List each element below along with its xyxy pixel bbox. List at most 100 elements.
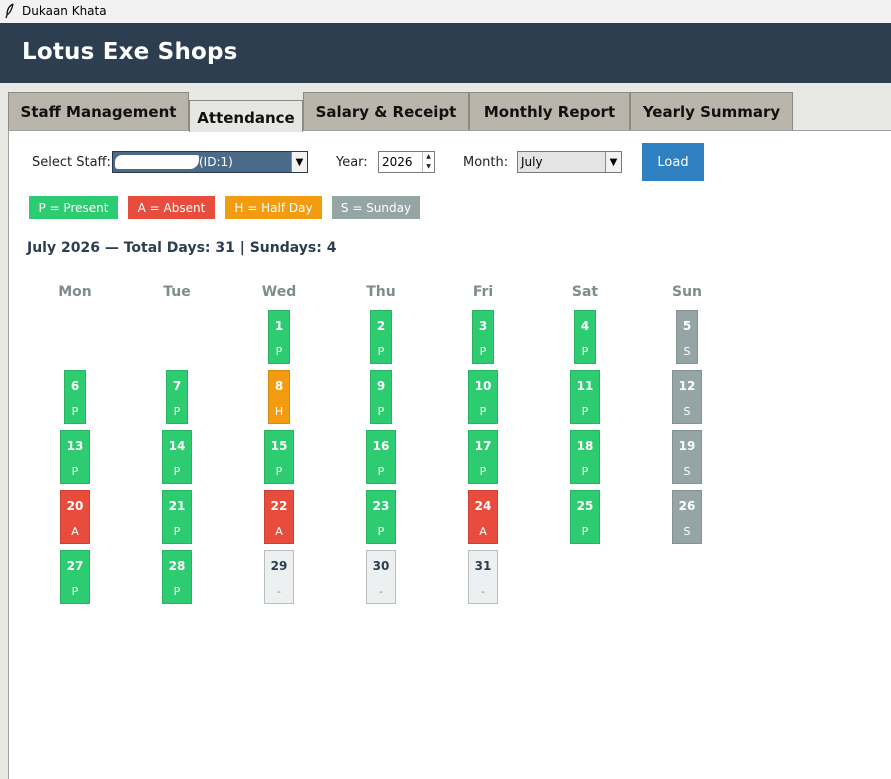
weekday-mon: Mon <box>58 284 92 300</box>
calendar-day[interactable]: 1P <box>268 310 290 364</box>
day-status: P <box>479 345 487 358</box>
calendar-day[interactable]: 22 A <box>264 490 294 544</box>
calendar-day[interactable]: 19 S <box>672 430 702 484</box>
calendar-day[interactable]: 8H <box>268 370 290 424</box>
calendar-day[interactable]: 23 P <box>366 490 396 544</box>
day-status: S <box>683 525 691 538</box>
day-number: 7 <box>172 379 182 393</box>
weekday-thu: Thu <box>366 284 396 300</box>
day-number: 24 <box>474 499 492 513</box>
calendar-day[interactable]: 11 P <box>570 370 600 424</box>
calendar-day[interactable]: 27 P <box>60 550 90 604</box>
calendar-day[interactable]: 3P <box>472 310 494 364</box>
day-number: 6 <box>70 379 80 393</box>
calendar-day[interactable]: 24 A <box>468 490 498 544</box>
day-status: A <box>71 525 79 538</box>
calendar-day[interactable]: 17 P <box>468 430 498 484</box>
calendar-day[interactable]: 5S <box>676 310 698 364</box>
tab-monthly-report[interactable]: Monthly Report <box>469 92 630 131</box>
day-number: 27 <box>66 559 84 573</box>
calendar-day[interactable]: 4P <box>574 310 596 364</box>
legend-present: P = Present <box>29 196 118 219</box>
tab-staff-management[interactable]: Staff Management <box>8 92 189 131</box>
calendar-day[interactable]: 12 S <box>672 370 702 424</box>
day-number: 2 <box>376 319 386 333</box>
day-status: P <box>173 585 181 598</box>
calendar-day[interactable]: 9P <box>370 370 392 424</box>
day-number: 9 <box>376 379 386 393</box>
day-status: P <box>377 345 385 358</box>
calendar-day[interactable]: 16 P <box>366 430 396 484</box>
day-status: - <box>481 585 485 598</box>
day-number: 31 <box>474 559 492 573</box>
day-status: S <box>683 405 691 418</box>
day-status: P <box>479 405 487 418</box>
calendar-day[interactable]: 15 P <box>264 430 294 484</box>
calendar-day[interactable]: 18 P <box>570 430 600 484</box>
day-status: P <box>173 525 181 538</box>
day-number: 22 <box>270 499 288 513</box>
attendance-panel <box>8 130 891 779</box>
tab-attendance[interactable]: Attendance <box>189 100 303 132</box>
day-number: 11 <box>576 379 594 393</box>
tab-salary-receipt[interactable]: Salary & Receipt <box>303 92 469 131</box>
calendar-day[interactable]: 2P <box>370 310 392 364</box>
calendar-day[interactable]: 20 A <box>60 490 90 544</box>
weekday-sat: Sat <box>571 284 599 300</box>
day-status: P <box>275 345 283 358</box>
staff-select[interactable]: (ID:1) ▼ <box>112 151 308 173</box>
calendar-day[interactable]: 6P <box>64 370 86 424</box>
spinner-arrows-icon[interactable]: ▲ ▼ <box>422 152 434 172</box>
day-number: 26 <box>678 499 696 513</box>
calendar-day[interactable]: 25 P <box>570 490 600 544</box>
chevron-down-icon[interactable]: ▼ <box>291 152 307 172</box>
day-status: P <box>581 345 589 358</box>
year-spinbox[interactable]: 2026 ▲ ▼ <box>378 151 435 173</box>
shop-name: Lotus Exe Shops <box>22 39 238 65</box>
tab-yearly-summary[interactable]: Yearly Summary <box>630 92 793 131</box>
staff-value: (ID:1) <box>199 155 233 169</box>
day-status: S <box>683 345 691 358</box>
day-status: - <box>277 585 281 598</box>
day-number: 28 <box>168 559 186 573</box>
calendar-day[interactable]: 26 S <box>672 490 702 544</box>
day-status: P <box>173 405 181 418</box>
day-status: P <box>377 465 385 478</box>
calendar-day[interactable]: 29 - <box>264 550 294 604</box>
day-number: 1 <box>274 319 284 333</box>
day-number: 14 <box>168 439 186 453</box>
calendar-day[interactable]: 31 - <box>468 550 498 604</box>
day-number: 17 <box>474 439 492 453</box>
day-status: H <box>274 405 284 418</box>
day-number: 29 <box>270 559 288 573</box>
calendar-day[interactable]: 21 P <box>162 490 192 544</box>
load-button[interactable]: Load <box>642 143 704 181</box>
calendar-day[interactable]: 28 P <box>162 550 192 604</box>
day-status: P <box>71 465 79 478</box>
calendar-day[interactable]: 10 P <box>468 370 498 424</box>
window-titlebar: Dukaan Khata <box>0 0 891 23</box>
month-value: July <box>521 155 543 169</box>
day-status: P <box>581 405 589 418</box>
day-number: 3 <box>478 319 488 333</box>
day-status: P <box>173 465 181 478</box>
day-number: 8 <box>274 379 284 393</box>
legend-half-day: H = Half Day <box>225 196 322 219</box>
day-number: 23 <box>372 499 390 513</box>
chevron-down-icon[interactable]: ▼ <box>605 152 621 172</box>
calendar-day[interactable]: 13 P <box>60 430 90 484</box>
day-status: S <box>683 465 691 478</box>
day-status: A <box>479 525 487 538</box>
day-number: 12 <box>678 379 696 393</box>
month-select[interactable]: July ▼ <box>517 151 622 173</box>
day-status: P <box>581 525 589 538</box>
day-status: A <box>275 525 283 538</box>
calendar-day[interactable]: 30 - <box>366 550 396 604</box>
calendar-day[interactable]: 7P <box>166 370 188 424</box>
day-number: 16 <box>372 439 390 453</box>
calendar-day[interactable]: 14 P <box>162 430 192 484</box>
legend-sunday: S = Sunday <box>332 196 420 219</box>
day-number: 19 <box>678 439 696 453</box>
day-status: - <box>379 585 383 598</box>
weekday-fri: Fri <box>472 284 494 300</box>
